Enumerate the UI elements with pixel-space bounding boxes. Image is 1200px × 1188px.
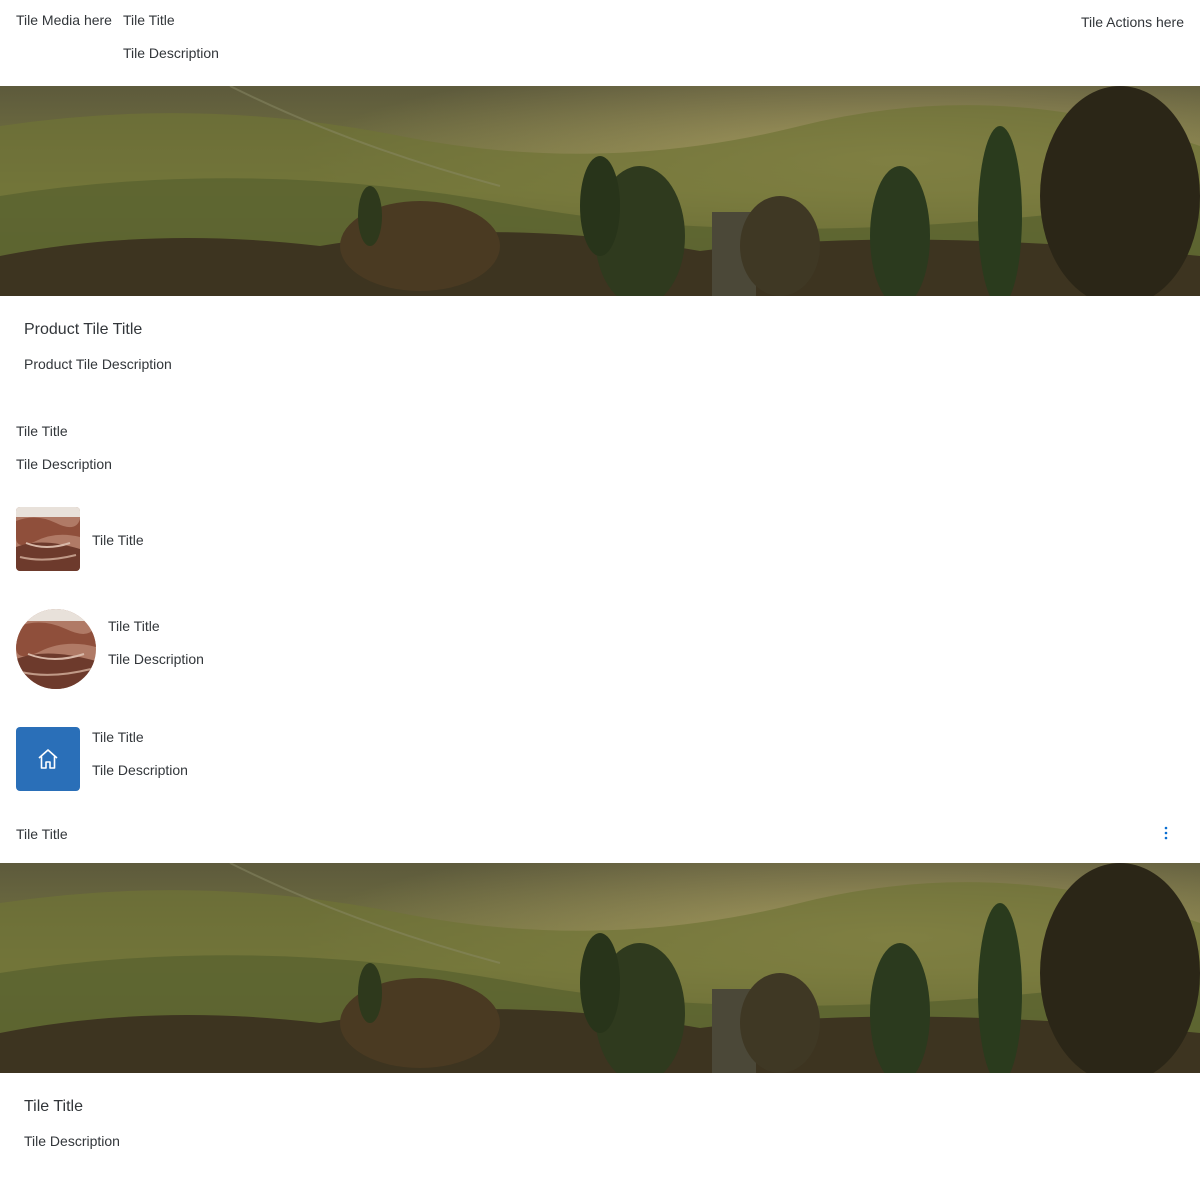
product-tile-description: Product Tile Description xyxy=(24,356,172,372)
tile-hero-image xyxy=(0,863,1200,1073)
tile-description: Tile Description xyxy=(108,651,204,667)
home-icon xyxy=(38,749,58,769)
tile-description: Tile Description xyxy=(92,762,188,778)
tile-description: Tile Description xyxy=(123,45,219,61)
tile-title[interactable]: Tile Title xyxy=(108,617,160,635)
tile-title[interactable]: Tile Title xyxy=(16,825,68,843)
tile-media-placeholder: Tile Media here xyxy=(16,12,112,28)
product-tile-title[interactable]: Product Tile Title xyxy=(24,320,142,340)
overflow-menu-icon xyxy=(1164,826,1168,840)
tile-avatar-image xyxy=(16,609,96,689)
tile-title[interactable]: Tile Title xyxy=(92,531,144,549)
tile-title[interactable]: Tile Title xyxy=(123,11,175,29)
tile-description: Tile Description xyxy=(16,456,112,472)
tile-title[interactable]: Tile Title xyxy=(16,422,68,440)
tile-thumbnail-image xyxy=(16,507,80,571)
tile-icon-container xyxy=(16,727,80,791)
tile-description: Tile Description xyxy=(24,1133,120,1149)
product-tile-hero-image xyxy=(0,86,1200,296)
overflow-menu-button[interactable] xyxy=(1156,822,1176,844)
tile-actions-placeholder[interactable]: Tile Actions here xyxy=(1081,13,1184,31)
tile-title[interactable]: Tile Title xyxy=(24,1097,83,1117)
tile-title[interactable]: Tile Title xyxy=(92,728,144,746)
